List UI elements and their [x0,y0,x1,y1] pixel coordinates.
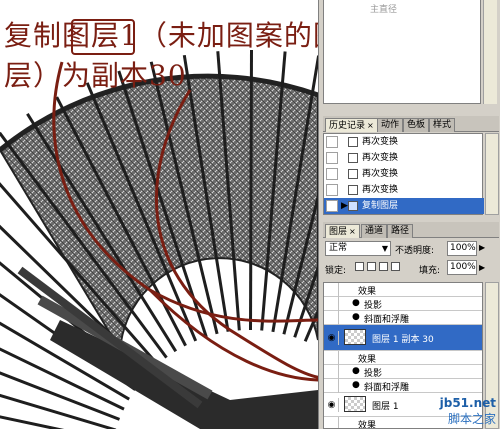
close-icon[interactable]: × [367,121,374,130]
layer-thumbnail [344,396,366,412]
visibility-eye-icon[interactable] [325,417,339,428]
visibility-eye-icon[interactable] [325,297,339,311]
top-panel: 主直径 [319,0,500,108]
effect-row[interactable]: ● 斜面和浮雕 [324,311,482,325]
layer-thumbnail [344,329,366,345]
history-list: 再次变换 再次变换 再次变换 再次变换 ▶ 复制图层 [323,133,484,215]
top-panel-content: 主直径 [323,0,481,104]
visibility-eye-icon[interactable] [325,365,339,379]
visibility-eye-icon[interactable] [325,351,339,365]
fan-rib [249,49,253,331]
effect-row[interactable]: ● 投影 [324,297,482,311]
watermark-site: jb51.net [439,396,496,410]
tab-paths[interactable]: 路径 [387,224,414,238]
effect-row[interactable]: ● 斜面和浮雕 [324,379,482,393]
tab-layers[interactable]: 图层 × [325,224,360,238]
tab-styles[interactable]: 样式 [429,118,456,132]
tab-channels[interactable]: 通道 [361,224,388,238]
tab-swatches[interactable]: 色板 [403,118,430,132]
history-checkbox[interactable] [326,136,338,148]
history-item[interactable]: 再次变换 [324,134,484,150]
history-item-selected[interactable]: ▶ 复制图层 [324,198,484,214]
chevron-down-icon: ▼ [381,244,388,253]
history-scrollbar[interactable] [485,133,499,215]
visibility-eye-icon[interactable] [325,379,339,393]
effects-header-row[interactable]: 效果 [324,283,482,297]
effect-row[interactable]: ● 投影 [324,365,482,379]
eye-icon: ● [352,380,360,390]
close-icon[interactable]: × [349,227,356,236]
fill-input[interactable]: 100% [447,260,477,275]
history-checkbox[interactable] [326,200,338,212]
visibility-eye-icon[interactable]: ◉ [325,331,339,345]
lock-position-icon[interactable] [379,262,388,271]
lock-image-icon[interactable] [367,262,376,271]
opacity-label: 不透明度: [395,246,435,256]
lock-label: 锁定: [325,266,347,276]
top-panel-scrollbar[interactable] [483,0,497,104]
layers-tabbar: 图层 × 通道 路径 [323,222,499,238]
history-checkbox[interactable] [326,152,338,164]
tab-actions[interactable]: 动作 [377,118,404,132]
history-checkbox[interactable] [326,184,338,196]
document-icon [348,153,358,163]
fill-label: 填充: [419,266,441,276]
history-item[interactable]: 再次变换 [324,182,484,198]
document-icon [348,169,358,179]
eye-icon: ● [352,312,360,322]
eye-icon: ● [352,366,360,376]
fill-slider-arrow-icon[interactable]: ▶ [479,263,485,272]
eye-icon: ● [352,298,360,308]
history-item[interactable]: 再次变换 [324,150,484,166]
tab-history[interactable]: 历史记录 × [325,118,378,132]
document-icon [348,185,358,195]
history-item[interactable]: 再次变换 [324,166,484,182]
layers-options: 正常 ▼ 不透明度: 100% ▶ 锁定: 填充: 100% ▶ [323,239,499,281]
history-tabbar: 历史记录 × 动作 色板 样式 [323,116,499,132]
opacity-slider-arrow-icon[interactable]: ▶ [479,243,485,252]
document-canvas[interactable]: 复制图层1（未加图案的图 层）为副本30 [0,0,318,429]
watermark: jb51.net 脚本之家 [440,396,496,427]
visibility-eye-icon[interactable] [325,283,339,297]
blend-mode-select[interactable]: 正常 ▼ [325,241,391,256]
visibility-eye-icon[interactable]: ◉ [325,398,339,412]
annotation-text-line1: 复制图层1（未加图案的图 [4,19,318,52]
effects-header-row[interactable]: 效果 [324,351,482,365]
history-checkbox[interactable] [326,168,338,180]
lock-transparent-icon[interactable] [355,262,364,271]
lock-all-icon[interactable] [391,262,400,271]
document-icon [348,201,358,211]
fan-rib [0,415,65,429]
annotation-text-line2: 层）为副本30 [4,59,187,92]
history-panel: 历史记录 × 动作 色板 样式 再次变换 再次变换 再次变换 再次变换 ▶ 复制… [319,116,500,216]
master-diameter-label: 主直径 [370,5,398,15]
document-icon [348,137,358,147]
history-state-marker-icon: ▶ [341,201,348,211]
visibility-eye-icon[interactable] [325,311,339,325]
panels-dock: 主直径 历史记录 × 动作 色板 样式 再次变换 再次变换 再次变换 再次变换 … [318,0,500,429]
opacity-input[interactable]: 100% [447,241,477,256]
watermark-cn: 脚本之家 [447,412,496,426]
layer-row-selected[interactable]: ◉ 图层 1 副本 30 [324,325,482,351]
